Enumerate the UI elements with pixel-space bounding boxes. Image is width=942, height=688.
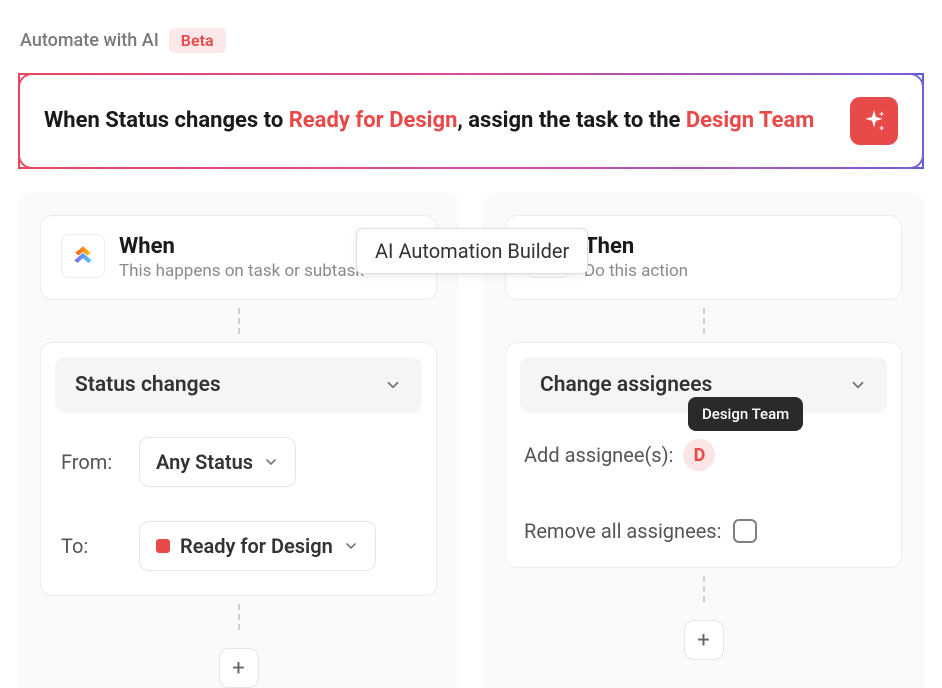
assignee-tooltip: Design Team — [688, 397, 803, 431]
chevron-down-icon — [343, 538, 359, 554]
chevron-down-icon — [849, 376, 867, 394]
add-trigger-button[interactable]: + — [219, 648, 259, 688]
beta-badge: Beta — [169, 28, 226, 53]
prompt-prefix: When Status changes to — [44, 108, 289, 133]
prompt-status-accent: Ready for Design — [289, 108, 458, 133]
when-subtitle: This happens on task or subtask — [119, 261, 364, 281]
connector-line — [505, 568, 902, 610]
page-title: Automate with AI — [20, 30, 159, 51]
connector-line — [505, 300, 902, 342]
to-status-value: Ready for Design — [180, 534, 333, 558]
prompt-middle: , assign the task to the — [457, 108, 685, 133]
to-label: To: — [61, 534, 123, 558]
connector-line — [40, 596, 437, 638]
when-trigger-panel: Status changes From: Any Status To: — [40, 342, 437, 596]
remove-assignees-checkbox[interactable] — [733, 519, 757, 543]
to-status-select[interactable]: Ready for Design — [139, 521, 376, 571]
add-action-button[interactable]: + — [684, 620, 724, 660]
sparkle-icon — [861, 108, 887, 134]
prompt-text: When Status changes to Ready for Design,… — [44, 106, 814, 137]
trigger-select[interactable]: Status changes — [55, 357, 422, 413]
ai-submit-button[interactable] — [850, 97, 898, 145]
from-status-value: Any Status — [156, 450, 253, 474]
status-color-swatch — [156, 539, 170, 553]
trigger-select-label: Status changes — [75, 373, 221, 397]
chevron-down-icon — [384, 376, 402, 394]
add-assignee-label: Add assignee(s): — [524, 443, 673, 467]
chevron-down-icon — [263, 454, 279, 470]
then-action-panel: Change assignees Design Team Add assigne… — [505, 342, 902, 568]
remove-assignees-label: Remove all assignees: — [524, 519, 721, 543]
action-select-label: Change assignees — [540, 373, 712, 397]
connector-line — [40, 300, 437, 342]
ai-prompt-box[interactable]: When Status changes to Ready for Design,… — [18, 73, 924, 169]
then-title: Then — [584, 234, 688, 259]
then-subtitle: Do this action — [584, 261, 688, 281]
from-status-select[interactable]: Any Status — [139, 437, 296, 487]
assignee-avatar[interactable]: D — [683, 439, 715, 471]
clickup-logo-icon — [70, 243, 96, 269]
prompt-team-accent: Design Team — [686, 108, 814, 133]
when-title: When — [119, 234, 364, 259]
ai-builder-tooltip: AI Automation Builder — [356, 228, 588, 274]
from-label: From: — [61, 450, 123, 474]
app-logo-tile — [61, 234, 105, 278]
